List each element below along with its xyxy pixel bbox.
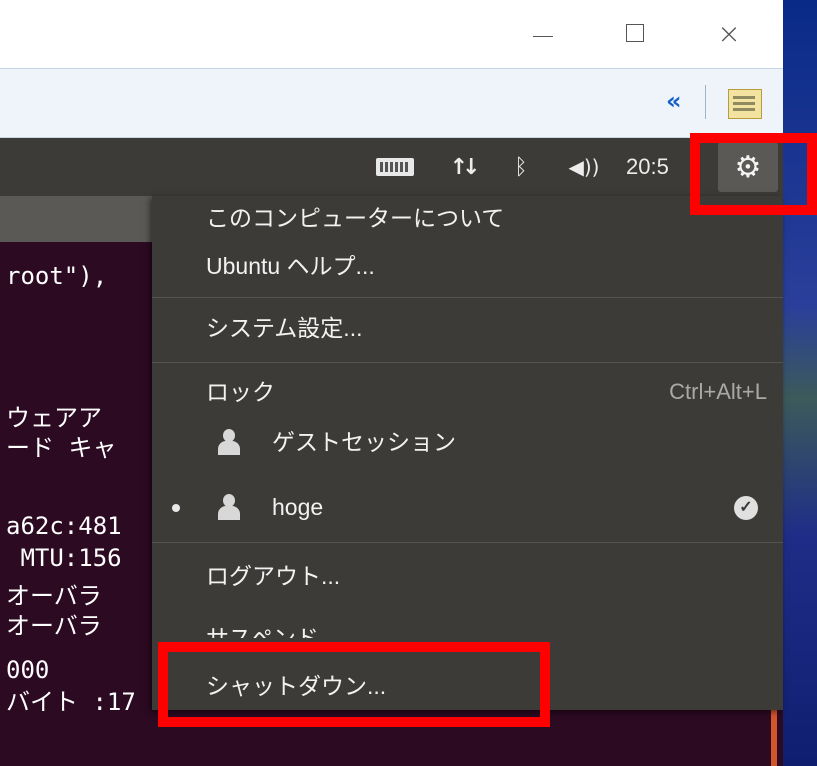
minimize-button[interactable]: [518, 14, 568, 54]
terminal-line: root"),: [6, 262, 108, 290]
lock-shortcut: Ctrl+Alt+L: [669, 379, 767, 404]
menu-item-about[interactable]: このコンピューターについて: [206, 198, 504, 238]
menu-item-help[interactable]: Ubuntu ヘルプ...: [206, 246, 375, 286]
menu-divider: [152, 362, 783, 363]
menu-item-user[interactable]: hoge: [272, 487, 323, 527]
menu-divider: [152, 542, 783, 543]
terminal-line: MTU:156: [6, 544, 122, 572]
clock-indicator[interactable]: 20:5: [626, 150, 688, 184]
menu-item-lock[interactable]: ロック: [206, 372, 275, 412]
terminal-line: 000: [6, 656, 50, 684]
bluetooth-indicator[interactable]: ᛒ: [506, 150, 536, 184]
menu-item-suspend[interactable]: サスペンド: [206, 618, 319, 638]
user-icon: [218, 494, 240, 520]
power-button-highlight: [690, 133, 817, 215]
terminal-line: オーバラ: [6, 612, 102, 640]
notepad-icon[interactable]: [728, 89, 762, 119]
double-chevron-left-icon[interactable]: «: [666, 87, 682, 115]
bluetooth-icon: ᛒ: [514, 154, 528, 180]
terminal-line: バイト :17: [6, 688, 136, 716]
terminal-line: ード キャ: [6, 434, 117, 462]
user-icon: [218, 429, 240, 455]
desktop-background: [783, 0, 817, 766]
checkmark-icon: ✓: [734, 496, 758, 520]
terminal-line: a62c:481: [6, 512, 122, 540]
network-indicator[interactable]: ↑↓: [440, 150, 484, 184]
toolbar-divider: [705, 85, 706, 119]
menu-divider: [152, 297, 783, 298]
active-session-dot-icon: [172, 504, 180, 512]
maximize-button[interactable]: [612, 14, 662, 54]
window-toolbar: «: [0, 68, 783, 138]
keyboard-indicator[interactable]: [372, 150, 418, 184]
sound-indicator[interactable]: ◀)): [556, 150, 612, 184]
terminal-tabbar: [0, 196, 155, 242]
sound-icon: ◀)): [568, 155, 600, 179]
window-titlebar: ×: [0, 0, 783, 68]
menu-item-guest-session[interactable]: ゲストセッション: [272, 422, 456, 462]
menu-item-logout[interactable]: ログアウト...: [206, 556, 340, 596]
keyboard-icon: [376, 158, 414, 176]
shutdown-highlight: [158, 642, 550, 727]
network-icon: ↑↓: [449, 154, 481, 180]
clock-text: 20:5: [626, 154, 669, 179]
close-button[interactable]: ×: [704, 14, 754, 54]
menu-item-system-settings[interactable]: システム設定...: [206, 308, 362, 348]
session-menu: このコンピューターについて Ubuntu ヘルプ... システム設定... ロッ…: [152, 196, 783, 710]
ubuntu-top-panel: ↑↓ ᛒ ◀)) 20:5 ⚙: [0, 138, 783, 196]
